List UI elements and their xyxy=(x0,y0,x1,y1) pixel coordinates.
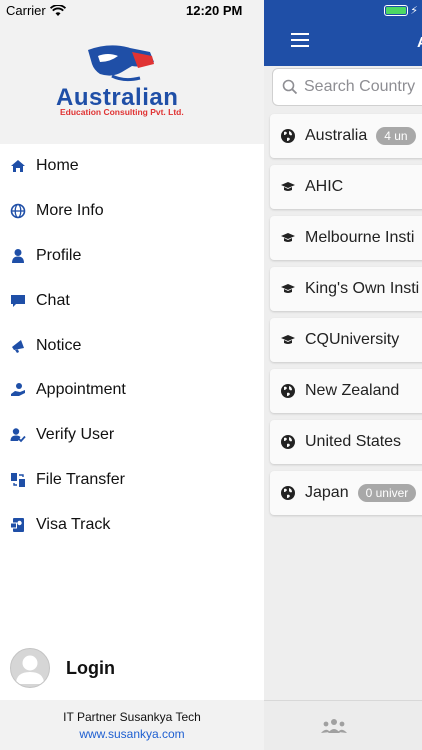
home-icon xyxy=(10,158,26,174)
nav-item-verify-user[interactable]: Verify User xyxy=(0,413,264,458)
graduation-cap-icon xyxy=(280,230,296,246)
globe-icon xyxy=(10,203,26,219)
carrier-info: Carrier xyxy=(6,3,66,18)
globe-icon xyxy=(280,434,296,450)
drawer-nav: Home More Info Profile Chat Notice Appoi… xyxy=(0,144,264,547)
graduation-cap-icon xyxy=(280,281,296,297)
avatar xyxy=(10,648,50,688)
nav-item-more-info[interactable]: More Info xyxy=(0,189,264,234)
bottom-tab-bar xyxy=(264,700,422,750)
nav-label: Home xyxy=(36,157,79,175)
search-bar[interactable]: Search Country xyxy=(272,68,422,106)
kangaroo-logo-icon xyxy=(88,45,154,82)
list-item-institution[interactable]: Melbourne Insti xyxy=(270,216,422,260)
wifi-icon xyxy=(49,4,66,16)
side-drawer: Australian Education Consulting Pvt. Ltd… xyxy=(0,0,264,750)
header-title: A xyxy=(417,34,422,51)
graduation-cap-icon xyxy=(280,332,296,348)
list-item-country[interactable]: New Zealand xyxy=(270,369,422,413)
nav-item-appointment[interactable]: Appointment xyxy=(0,368,264,413)
list-item-label: Melbourne Insti xyxy=(305,229,415,246)
login-button[interactable]: Login xyxy=(10,648,115,688)
nav-item-profile[interactable]: Profile xyxy=(0,234,264,279)
list-item-country[interactable]: Australia 4 un xyxy=(270,114,422,158)
main-screen: A Search Country Australia 4 un AHIC Mel xyxy=(264,0,422,750)
carrier-label: Carrier xyxy=(6,3,46,18)
list-item-label: United States xyxy=(305,433,402,450)
verify-user-icon xyxy=(10,427,26,443)
user-icon xyxy=(10,248,26,264)
list-item-label: Australia xyxy=(305,127,368,144)
nav-label: Verify User xyxy=(36,426,115,444)
list-item-label: New Zealand xyxy=(305,382,400,399)
drawer-footer: IT Partner Susankya Tech www.susankya.co… xyxy=(0,700,264,750)
login-label: Login xyxy=(66,657,115,678)
nav-item-visa-track[interactable]: Visa Track xyxy=(0,502,264,547)
list-item-institution[interactable]: King's Own Insti xyxy=(270,267,422,311)
nav-label: Visa Track xyxy=(36,515,111,533)
search-input[interactable]: Search Country xyxy=(304,78,415,96)
nav-label: Notice xyxy=(36,336,82,354)
list-item-label: AHIC xyxy=(305,178,344,195)
nav-label: More Info xyxy=(36,202,104,220)
megaphone-icon xyxy=(10,338,26,354)
list-item-country[interactable]: Japan 0 univer xyxy=(270,471,422,515)
list-item-country[interactable]: United States xyxy=(270,420,422,464)
chat-icon xyxy=(10,293,26,309)
visa-icon xyxy=(10,517,26,533)
file-transfer-icon xyxy=(10,472,26,488)
charging-icon: ⚡ xyxy=(410,5,418,17)
country-list: Australia 4 un AHIC Melbourne Insti King… xyxy=(270,114,422,522)
nav-item-home[interactable]: Home xyxy=(0,144,264,189)
company-logo: Australian Education Consulting Pvt. Ltd… xyxy=(52,40,202,120)
nav-item-notice[interactable]: Notice xyxy=(0,323,264,368)
status-time: 12:20 PM xyxy=(186,3,243,18)
user-placeholder-icon xyxy=(16,655,44,684)
nav-item-chat[interactable]: Chat xyxy=(0,278,264,323)
nav-label: Appointment xyxy=(36,381,126,399)
it-partner-text: IT Partner Susankya Tech xyxy=(63,710,201,724)
list-item-label: Japan xyxy=(305,484,349,501)
nav-label: Profile xyxy=(36,246,82,264)
globe-icon xyxy=(280,383,296,399)
hamburger-menu-icon[interactable] xyxy=(291,33,309,47)
university-count-badge: 0 univer xyxy=(357,484,417,502)
search-icon xyxy=(282,79,298,95)
list-item-institution[interactable]: AHIC xyxy=(270,165,422,209)
university-count-badge: 4 un xyxy=(376,127,416,145)
globe-icon xyxy=(280,485,296,501)
list-item-label: King's Own Insti xyxy=(305,280,420,297)
list-item-label: CQUniversity xyxy=(305,331,400,348)
nav-label: Chat xyxy=(36,291,70,309)
battery-icon xyxy=(384,5,409,16)
list-item-institution[interactable]: CQUniversity xyxy=(270,318,422,362)
battery-indicator: ⚡ xyxy=(384,4,418,17)
people-icon[interactable] xyxy=(321,718,347,734)
nav-item-file-transfer[interactable]: File Transfer xyxy=(0,458,264,503)
graduation-cap-icon xyxy=(280,179,296,195)
status-bar: Carrier 12:20 PM ⚡ xyxy=(0,0,422,22)
nav-label: File Transfer xyxy=(36,470,125,488)
logo-subtitle: Education Consulting Pvt. Ltd. xyxy=(60,107,184,117)
globe-icon xyxy=(280,128,296,144)
appointment-icon xyxy=(10,382,26,398)
website-link[interactable]: www.susankya.com xyxy=(0,727,264,741)
